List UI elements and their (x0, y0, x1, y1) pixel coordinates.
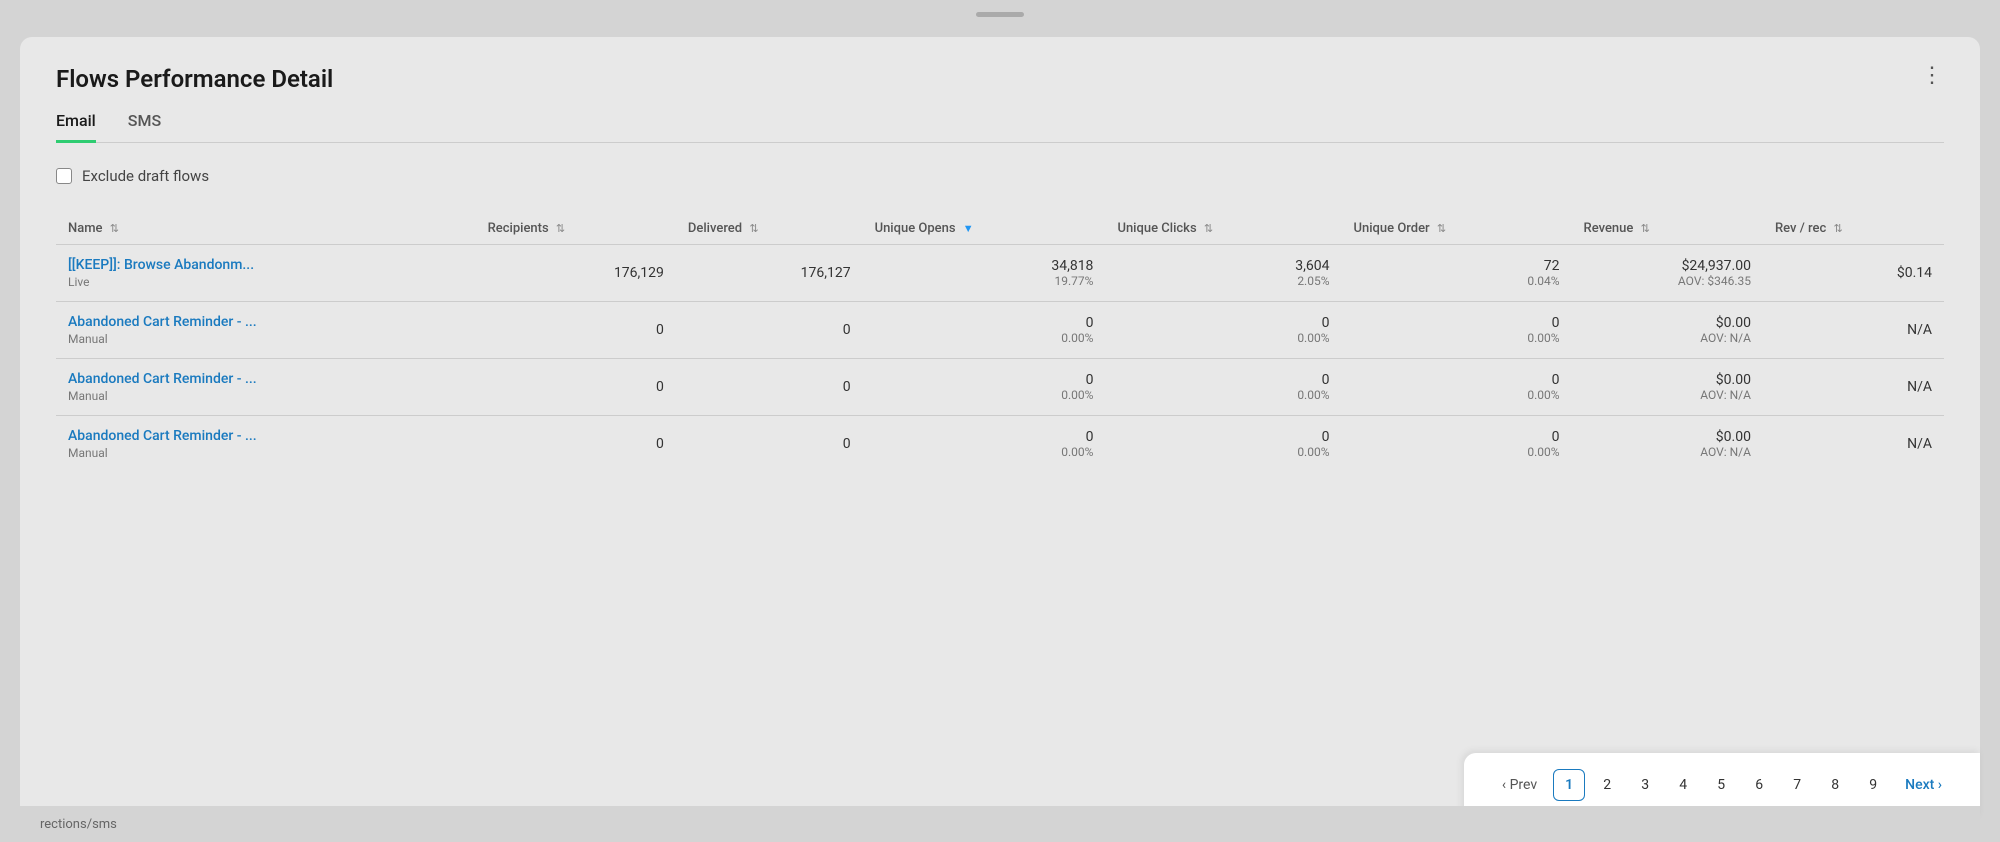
col-rev-rec: Rev / rec ⇅ (1763, 213, 1944, 245)
table-header-row: Name ⇅ Recipients ⇅ Delivered ⇅ Unique O… (56, 213, 1944, 245)
main-panel: Flows Performance Detail ⋮ Email SMS Exc… (20, 37, 1980, 817)
cell-name-0: [[KEEP]]: Browse Abandonm... Live (56, 244, 476, 301)
exclude-draft-row: Exclude draft flows (56, 167, 1944, 185)
cell-unique-clicks-0: 3,604 2.05% (1105, 244, 1341, 301)
cell-unique-opens-3: 0 0.00% (863, 415, 1106, 472)
cell-recipients-1: 0 (476, 301, 676, 358)
col-recipients: Recipients ⇅ (476, 213, 676, 245)
sort-icon-name[interactable]: ⇅ (110, 222, 119, 235)
exclude-draft-checkbox[interactable] (56, 168, 72, 184)
exclude-draft-label: Exclude draft flows (82, 167, 209, 185)
flow-status-1: Manual (68, 332, 464, 346)
flows-table: Name ⇅ Recipients ⇅ Delivered ⇅ Unique O… (56, 213, 1944, 472)
cell-unique-order-0: 72 0.04% (1342, 244, 1572, 301)
col-revenue: Revenue ⇅ (1572, 213, 1763, 245)
pagination-page-5[interactable]: 5 (1705, 769, 1737, 801)
flow-name-link-0[interactable]: [[KEEP]]: Browse Abandonm... (68, 257, 464, 273)
cell-unique-opens-0: 34,818 19.77% (863, 244, 1106, 301)
pagination-page-9[interactable]: 9 (1857, 769, 1889, 801)
cell-name-2: Abandoned Cart Reminder - ... Manual (56, 358, 476, 415)
cell-name-1: Abandoned Cart Reminder - ... Manual (56, 301, 476, 358)
sort-icon-unique-order[interactable]: ⇅ (1437, 222, 1446, 235)
flow-status-2: Manual (68, 389, 464, 403)
flow-name-link-1[interactable]: Abandoned Cart Reminder - ... (68, 314, 464, 330)
cell-unique-clicks-1: 0 0.00% (1105, 301, 1341, 358)
panel-header: Flows Performance Detail ⋮ (56, 65, 1944, 93)
sort-icon-unique-opens[interactable]: ▼ (963, 222, 974, 235)
sort-icon-rev-rec[interactable]: ⇅ (1833, 222, 1842, 235)
cell-revenue-3: $0.00 AOV: N/A (1572, 415, 1763, 472)
pagination-page-3[interactable]: 3 (1629, 769, 1661, 801)
cell-unique-opens-1: 0 0.00% (863, 301, 1106, 358)
flow-status-0: Live (68, 275, 464, 289)
pagination-page-4[interactable]: 4 (1667, 769, 1699, 801)
sort-icon-delivered[interactable]: ⇅ (749, 222, 758, 235)
pagination-prev[interactable]: ‹ Prev (1492, 771, 1547, 799)
cell-rev-rec-0: $0.14 (1763, 244, 1944, 301)
bottom-bar: rections/sms (20, 806, 1980, 842)
cell-recipients-3: 0 (476, 415, 676, 472)
sort-icon-unique-clicks[interactable]: ⇅ (1204, 222, 1213, 235)
cell-unique-order-3: 0 0.00% (1342, 415, 1572, 472)
table-row: Abandoned Cart Reminder - ... Manual 0 0… (56, 358, 1944, 415)
tab-email[interactable]: Email (56, 111, 96, 143)
cell-delivered-3: 0 (676, 415, 863, 472)
cell-delivered-0: 176,127 (676, 244, 863, 301)
cell-recipients-2: 0 (476, 358, 676, 415)
pagination-page-7[interactable]: 7 (1781, 769, 1813, 801)
cell-revenue-0: $24,937.00 AOV: $346.35 (1572, 244, 1763, 301)
more-icon[interactable]: ⋮ (1921, 65, 1944, 87)
pagination-page-2[interactable]: 2 (1591, 769, 1623, 801)
sort-icon-recipients[interactable]: ⇅ (556, 222, 565, 235)
drag-handle (976, 12, 1024, 17)
table-row: [[KEEP]]: Browse Abandonm... Live 176,12… (56, 244, 1944, 301)
pagination-page-1[interactable]: 1 (1553, 769, 1585, 801)
tabs-bar: Email SMS (56, 111, 1944, 143)
cell-name-3: Abandoned Cart Reminder - ... Manual (56, 415, 476, 472)
cell-delivered-1: 0 (676, 301, 863, 358)
pagination-next[interactable]: Next › (1895, 771, 1952, 799)
cell-revenue-1: $0.00 AOV: N/A (1572, 301, 1763, 358)
page-title: Flows Performance Detail (56, 65, 333, 93)
pagination-page-8[interactable]: 8 (1819, 769, 1851, 801)
cell-recipients-0: 176,129 (476, 244, 676, 301)
cell-unique-order-1: 0 0.00% (1342, 301, 1572, 358)
col-name: Name ⇅ (56, 213, 476, 245)
sort-icon-revenue[interactable]: ⇅ (1641, 222, 1650, 235)
pagination-page-6[interactable]: 6 (1743, 769, 1775, 801)
col-unique-opens: Unique Opens ▼ (863, 213, 1106, 245)
flow-name-link-3[interactable]: Abandoned Cart Reminder - ... (68, 428, 464, 444)
col-unique-order: Unique Order ⇅ (1342, 213, 1572, 245)
flow-name-link-2[interactable]: Abandoned Cart Reminder - ... (68, 371, 464, 387)
cell-unique-order-2: 0 0.00% (1342, 358, 1572, 415)
cell-unique-clicks-2: 0 0.00% (1105, 358, 1341, 415)
cell-rev-rec-1: N/A (1763, 301, 1944, 358)
cell-rev-rec-3: N/A (1763, 415, 1944, 472)
cell-unique-clicks-3: 0 0.00% (1105, 415, 1341, 472)
cell-rev-rec-2: N/A (1763, 358, 1944, 415)
flow-status-3: Manual (68, 446, 464, 460)
cell-revenue-2: $0.00 AOV: N/A (1572, 358, 1763, 415)
tab-sms[interactable]: SMS (128, 111, 161, 143)
bottom-url: rections/sms (40, 817, 117, 832)
col-delivered: Delivered ⇅ (676, 213, 863, 245)
table-row: Abandoned Cart Reminder - ... Manual 0 0… (56, 301, 1944, 358)
table-row: Abandoned Cart Reminder - ... Manual 0 0… (56, 415, 1944, 472)
cell-unique-opens-2: 0 0.00% (863, 358, 1106, 415)
col-unique-clicks: Unique Clicks ⇅ (1105, 213, 1341, 245)
cell-delivered-2: 0 (676, 358, 863, 415)
